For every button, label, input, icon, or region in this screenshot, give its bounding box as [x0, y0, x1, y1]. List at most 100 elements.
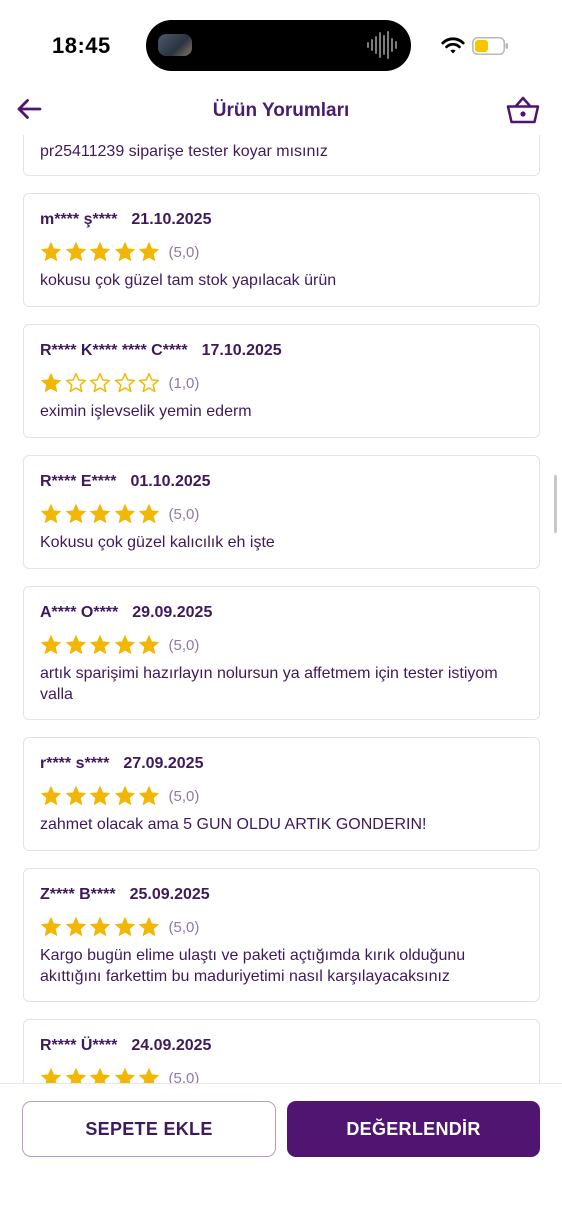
battery-icon: [472, 37, 508, 55]
review-card: R**** K**** **** C**** 17.10.2025 (1,0) e…: [23, 324, 540, 438]
basket-button[interactable]: [505, 94, 541, 126]
star-filled-icon: [90, 242, 110, 261]
review-comment: zahmet olacak ama 5 GUN OLDU ARTIK GONDE…: [40, 816, 427, 833]
app-header: Ürün Yorumları: [0, 90, 562, 135]
star-filled-icon: [139, 242, 159, 261]
review-author: R**** E****: [40, 473, 117, 490]
star-empty-icon: [89, 372, 111, 393]
star-filled-icon: [65, 1068, 86, 1083]
review-card-partial: pr25411239 siparişe tester koyar mısınız: [23, 135, 540, 176]
review-author: R**** Ü****: [40, 1037, 118, 1054]
review-author: A**** O****: [40, 604, 119, 621]
review-date: 21.10.2025: [131, 211, 212, 228]
review-date: 24.09.2025: [131, 1037, 212, 1054]
review-author-line: Z**** B**** 25.09.2025: [40, 886, 210, 904]
star-rating: (5,0): [40, 916, 199, 938]
star-empty-icon: [114, 372, 135, 393]
review-author-line: r**** s**** 27.09.2025: [40, 755, 203, 773]
star-rating: (5,0): [40, 785, 199, 807]
review-comment: artık sparişimi hazırlayın nolursun ya a…: [40, 665, 498, 703]
review-date: 29.09.2025: [132, 604, 213, 621]
star-filled-icon: [65, 635, 86, 654]
star-filled-icon: [114, 635, 135, 654]
review-author: m**** ş****: [40, 211, 118, 228]
review-comment: Kargo bugün elime ulaştı ve paketi açtığ…: [40, 947, 466, 985]
star-filled-icon: [41, 504, 61, 523]
bottom-action-bar: SEPETE EKLE DEĞERLENDİR: [0, 1083, 562, 1221]
write-review-button[interactable]: DEĞERLENDİR: [287, 1101, 540, 1157]
rating-value: (5,0): [168, 787, 200, 805]
rating-value: (5,0): [168, 636, 200, 654]
review-author-line: R**** Ü**** 24.09.2025: [40, 1037, 211, 1055]
status-bar: 18:45: [0, 0, 562, 90]
star-filled-icon: [90, 504, 110, 523]
star-filled-icon: [114, 1068, 135, 1083]
review-author-line: m**** ş**** 21.10.2025: [40, 211, 211, 229]
star-filled-icon: [65, 917, 86, 936]
add-to-cart-button[interactable]: SEPETE EKLE: [22, 1101, 276, 1157]
review-card: m**** ş**** 21.10.2025 (5,0) kokusu çok g…: [23, 193, 540, 307]
review-date: 27.09.2025: [123, 755, 204, 772]
now-playing-artwork: [158, 34, 192, 56]
star-filled-icon: [41, 373, 61, 392]
star-filled-icon: [139, 917, 159, 936]
status-time: 18:45: [52, 33, 111, 58]
review-author-line: R**** K**** **** C**** 17.10.2025: [40, 342, 282, 360]
star-filled-icon: [139, 786, 159, 805]
dynamic-island: [146, 20, 411, 71]
review-date: 25.09.2025: [129, 886, 210, 903]
star-rating: (1,0): [40, 372, 199, 394]
star-filled-icon: [90, 1068, 110, 1083]
star-filled-icon: [139, 504, 159, 523]
star-filled-icon: [90, 786, 110, 805]
star-filled-icon: [114, 242, 135, 261]
rating-value: (5,0): [168, 918, 200, 936]
rating-value: (5,0): [168, 243, 200, 261]
star-filled-icon: [41, 242, 61, 261]
star-filled-icon: [114, 504, 135, 523]
review-comment: pr25411239 siparişe tester koyar mısınız: [40, 143, 328, 160]
review-author-line: A**** O**** 29.09.2025: [40, 604, 212, 622]
star-filled-icon: [90, 917, 110, 936]
star-filled-icon: [65, 504, 86, 523]
star-filled-icon: [41, 786, 61, 805]
review-author-line: R**** E**** 01.10.2025: [40, 473, 211, 491]
star-rating: (5,0): [40, 1067, 199, 1083]
review-card: A**** O**** 29.09.2025 (5,0) artık spariş…: [23, 586, 540, 720]
star-empty-icon: [138, 372, 160, 393]
wifi-icon: [441, 37, 465, 54]
star-filled-icon: [90, 635, 110, 654]
review-date: 01.10.2025: [130, 473, 211, 490]
review-author: Z**** B****: [40, 886, 116, 903]
star-empty-icon: [65, 372, 86, 393]
audio-waveform-icon: [367, 30, 397, 60]
star-rating: (5,0): [40, 241, 199, 263]
review-card: R**** Ü**** 24.09.2025 (5,0): [23, 1019, 540, 1083]
review-author: r**** s****: [40, 755, 110, 772]
star-filled-icon: [65, 242, 86, 261]
star-rating: (5,0): [40, 634, 199, 656]
rating-value: (5,0): [168, 1069, 200, 1084]
scrollbar[interactable]: [554, 475, 557, 533]
star-filled-icon: [114, 917, 135, 936]
star-filled-icon: [41, 917, 61, 936]
rating-value: (1,0): [168, 374, 200, 392]
review-comment: kokusu çok güzel tam stok yapılacak ürün: [40, 272, 337, 289]
star-rating: (5,0): [40, 503, 199, 525]
review-card: R**** E**** 01.10.2025 (5,0) Kokusu çok g…: [23, 455, 540, 569]
star-filled-icon: [65, 786, 86, 805]
review-comment: eximin işlevselik yemin ederm: [40, 403, 252, 420]
review-card: Z**** B**** 25.09.2025 (5,0) Kargo bugün …: [23, 868, 540, 1002]
basket-icon: [506, 96, 540, 124]
star-filled-icon: [139, 1068, 159, 1083]
review-card: r**** s**** 27.09.2025 (5,0) zahmet olaca…: [23, 737, 540, 851]
star-filled-icon: [139, 635, 159, 654]
rating-value: (5,0): [168, 505, 200, 523]
star-filled-icon: [41, 635, 61, 654]
review-list[interactable]: pr25411239 siparişe tester koyar mısınız…: [0, 135, 562, 1083]
review-comment: Kokusu çok güzel kalıcılık eh işte: [40, 534, 275, 551]
review-date: 17.10.2025: [201, 342, 282, 359]
star-filled-icon: [114, 786, 135, 805]
star-filled-icon: [41, 1068, 61, 1083]
page-title: Ürün Yorumları: [212, 100, 350, 121]
